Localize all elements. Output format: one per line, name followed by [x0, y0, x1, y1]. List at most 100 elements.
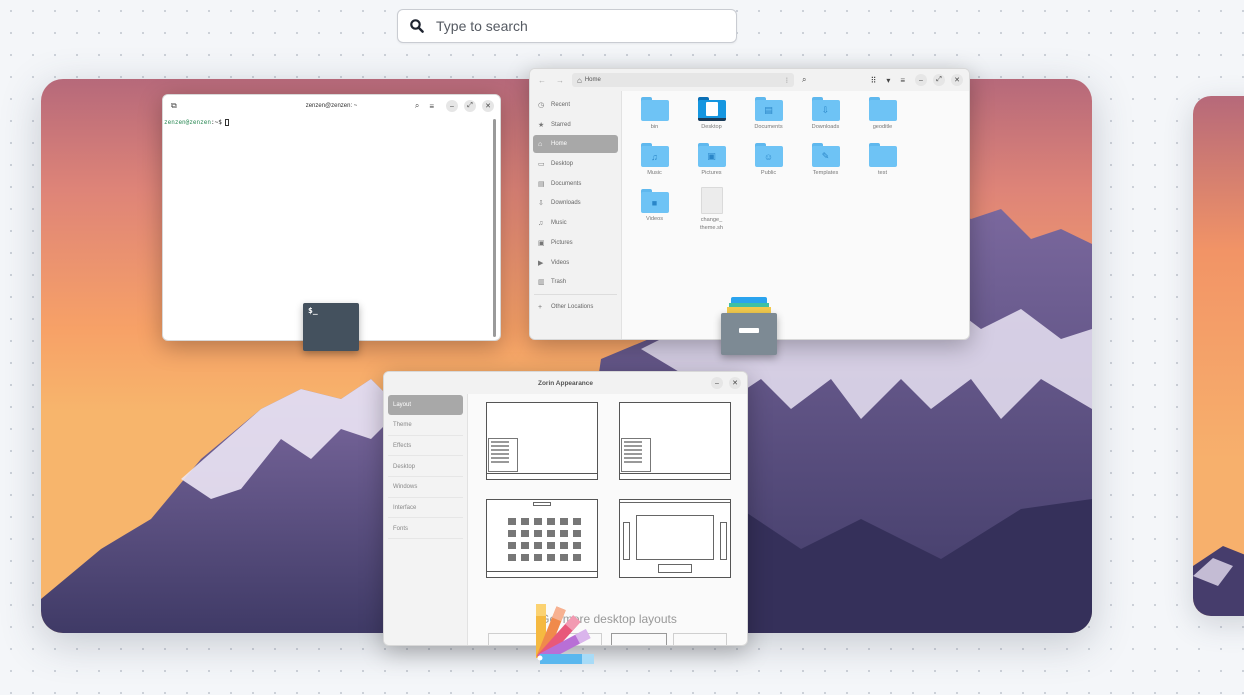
view-toggle-icon[interactable]: ⠿ — [870, 76, 876, 85]
menu-icon[interactable]: ≡ — [900, 76, 905, 85]
sidebar-item-other-locations[interactable]: + Other Locations — [533, 298, 618, 316]
back-icon[interactable]: ← — [538, 76, 546, 85]
folder-emblem — [697, 100, 726, 121]
sidebar-item-trash[interactable]: ▥ Trash — [533, 273, 618, 291]
folder-emblem: ▤ — [754, 100, 783, 121]
file-item-label: change_ theme.sh — [699, 217, 723, 231]
sort-icon[interactable]: ▾ — [886, 76, 890, 85]
folder-icon — [868, 143, 897, 167]
files-sidebar: ◷ Recent ★ Starred ⌂ Home ▭ Desktop ▤ Documents ⇩ D… — [530, 91, 622, 339]
sidebar-item-label: Documents — [551, 180, 582, 187]
new-tab-icon[interactable]: ⧉ — [171, 101, 177, 111]
folder-icon: ⇩ — [811, 97, 840, 121]
appearance-app-icon[interactable] — [532, 602, 602, 664]
prompt-user: zenzen@zenzen — [164, 119, 211, 126]
download-icon: ⇩ — [538, 200, 544, 208]
folder-icon — [640, 97, 669, 121]
appearance-nav-fonts[interactable]: Fonts — [388, 519, 463, 540]
search-icon[interactable]: ⌕ — [802, 75, 806, 85]
sidebar-item-downloads[interactable]: ⇩ Downloads — [533, 194, 618, 212]
file-item[interactable]: bin — [626, 95, 683, 141]
file-item[interactable]: ■ Videos — [626, 187, 683, 233]
sidebar-item-label: Starred — [551, 121, 571, 128]
file-item-label: geoditle — [872, 124, 893, 130]
plus-icon: + — [538, 303, 543, 311]
layout-option-2[interactable] — [619, 402, 731, 480]
appearance-nav-interface[interactable]: Interface — [388, 498, 463, 519]
file-item[interactable]: Desktop — [683, 95, 740, 141]
appearance-titlebar[interactable]: Zorin Appearance – ✕ — [384, 372, 747, 394]
maximize-button[interactable]: ⤢ — [933, 74, 945, 86]
file-item[interactable]: ⇩ Downloads — [797, 95, 854, 141]
sidebar-item-label: Desktop — [551, 161, 574, 168]
sidebar-item-pictures[interactable]: ▣ Pictures — [533, 234, 618, 252]
path-menu-icon[interactable]: ⋮ — [784, 77, 790, 84]
wallpaper-thumbnail — [1193, 96, 1244, 616]
layout-option-4[interactable] — [619, 499, 731, 578]
maximize-button[interactable]: ⤢ — [464, 100, 476, 112]
folder-emblem — [868, 146, 897, 167]
terminal-app-icon[interactable]: $_ — [303, 303, 359, 351]
workspace-preview-2[interactable] — [1193, 96, 1244, 616]
layout-option-3[interactable] — [486, 499, 598, 578]
layout-option-8[interactable] — [673, 633, 727, 645]
terminal-titlebar[interactable]: ⧉ zenzen@zenzen: ~ ⌕ ≡ – ⤢ ✕ — [163, 95, 500, 117]
close-button[interactable]: ✕ — [482, 100, 494, 112]
sidebar-item-home[interactable]: ⌂ Home — [533, 135, 618, 154]
path-bar[interactable]: ⌂ Home ⋮ — [572, 73, 794, 87]
path-label: Home — [584, 77, 601, 83]
search-input[interactable]: Type to search — [397, 9, 737, 43]
folder-emblem: ⇩ — [811, 100, 840, 121]
file-item[interactable]: ▣ Pictures — [683, 141, 740, 187]
appearance-title: Zorin Appearance — [537, 379, 594, 387]
sidebar-item-recent[interactable]: ◷ Recent — [533, 96, 618, 114]
scrollbar[interactable] — [493, 119, 496, 337]
minimize-button[interactable]: – — [915, 74, 927, 86]
sidebar-item-music[interactable]: ♫ Music — [533, 214, 618, 232]
sidebar-item-videos[interactable]: ▶ Videos — [533, 254, 618, 272]
text-cursor — [225, 119, 230, 126]
more-layouts-label[interactable]: Get more desktop layouts — [486, 612, 731, 626]
video-icon: ▶ — [538, 259, 544, 267]
file-item[interactable]: ☺ Public — [740, 141, 797, 187]
appearance-nav-layout[interactable]: Layout — [388, 395, 463, 415]
home-icon: ⌂ — [577, 75, 582, 85]
file-item[interactable]: test — [854, 141, 911, 187]
sidebar-separator — [534, 294, 617, 296]
appearance-nav-theme[interactable]: Theme — [388, 416, 463, 436]
file-item-label: Videos — [645, 216, 663, 222]
file-item[interactable]: ▤ Documents — [740, 95, 797, 141]
file-item[interactable]: ✎ Templates — [797, 141, 854, 187]
menu-icon[interactable]: ≡ — [429, 102, 434, 111]
appearance-nav-windows[interactable]: Windows — [388, 478, 463, 498]
sidebar-item-documents[interactable]: ▤ Documents — [533, 175, 618, 193]
file-item-label: Documents — [754, 124, 783, 130]
star-icon: ★ — [538, 121, 545, 129]
file-item[interactable]: ♫ Music — [626, 141, 683, 187]
minimize-button[interactable]: – — [446, 100, 458, 112]
sidebar-item-label: Recent — [551, 102, 571, 108]
start-menu-preview — [488, 438, 518, 472]
file-item[interactable]: geoditle — [854, 95, 911, 141]
forward-icon[interactable]: → — [556, 76, 564, 85]
folder-icon: ■ — [640, 189, 669, 213]
terminal-prompt[interactable]: zenzen@zenzen:~$ — [163, 117, 500, 128]
app-grid-preview — [508, 518, 581, 561]
prompt-path: :~$ — [210, 119, 226, 126]
close-button[interactable]: ✕ — [729, 377, 741, 389]
search-icon[interactable]: ⌕ — [415, 101, 419, 111]
files-titlebar[interactable]: ← → ⌂ Home ⋮ ⌕ ⠿ ▾ ≡ – ⤢ ✕ — [530, 69, 969, 91]
close-button[interactable]: ✕ — [951, 74, 963, 86]
file-item[interactable]: change_ theme.sh — [683, 187, 740, 233]
appearance-nav-effects[interactable]: Effects — [388, 436, 463, 457]
clock-icon: ◷ — [538, 102, 545, 109]
layout-option-7[interactable] — [611, 633, 667, 645]
appearance-nav-desktop[interactable]: Desktop — [388, 457, 463, 478]
files-app-icon[interactable] — [721, 297, 777, 355]
layout-option-1[interactable] — [486, 402, 598, 480]
terminal-icon-text: $_ — [308, 306, 318, 315]
minimize-button[interactable]: – — [711, 377, 723, 389]
desktop-folder-icon — [697, 97, 726, 121]
sidebar-item-desktop[interactable]: ▭ Desktop — [533, 155, 618, 173]
sidebar-item-starred[interactable]: ★ Starred — [533, 116, 618, 134]
